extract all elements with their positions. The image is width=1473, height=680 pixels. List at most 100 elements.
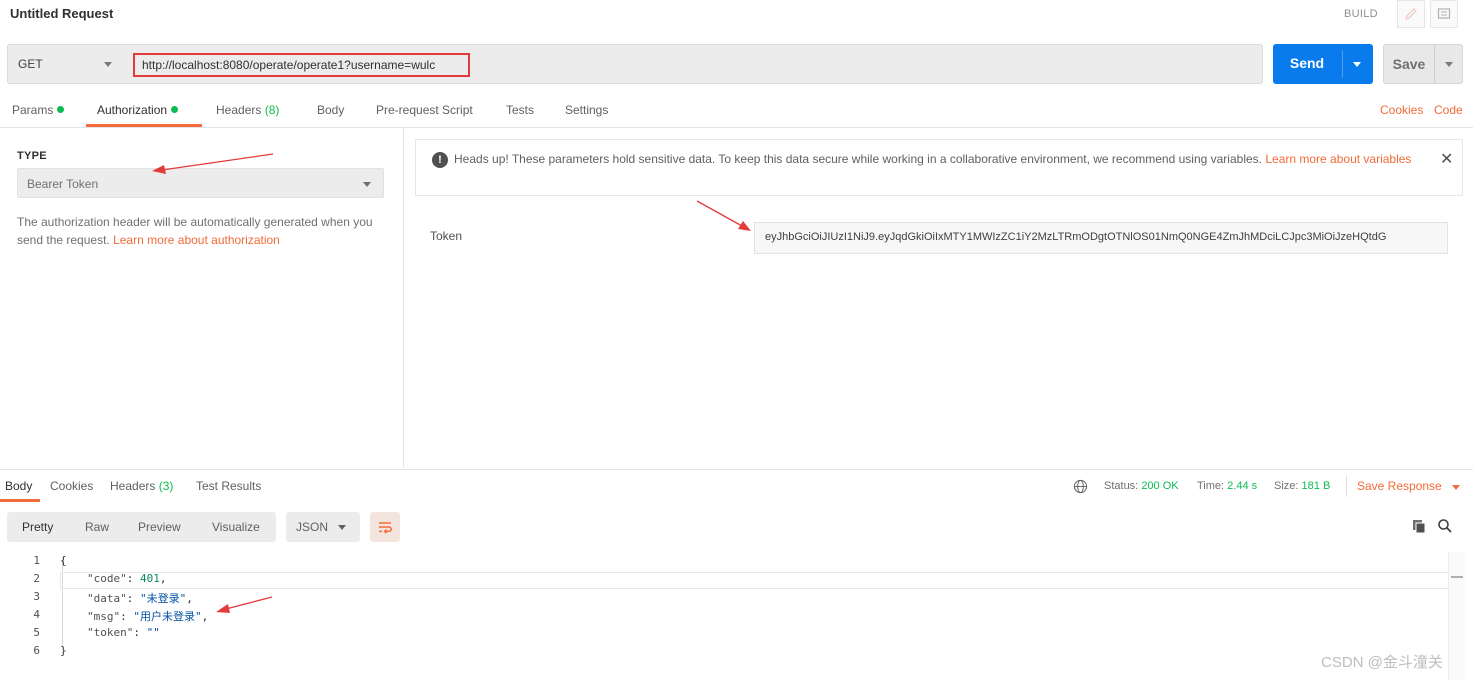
tab-params[interactable]: Params	[12, 103, 65, 117]
view-mode-raw[interactable]: Raw	[85, 520, 109, 534]
auth-type-panel: TYPE Bearer Token The authorization head…	[0, 128, 404, 468]
code-text: "msg": "用户未登录",	[87, 610, 209, 623]
close-icon[interactable]: ✕	[1440, 149, 1453, 169]
code-line: 1{	[0, 554, 1448, 572]
code-text: "data": "未登录",	[87, 592, 193, 605]
response-panel: Body Cookies Headers (3) Test Results St…	[0, 469, 1473, 680]
format-value: JSON	[296, 520, 329, 534]
save-divider	[1434, 45, 1435, 83]
request-tabs: Params Authorization Headers (8) Body Pr…	[0, 96, 1473, 128]
code-link[interactable]: Code	[1434, 103, 1463, 117]
method-select[interactable]: GET	[8, 45, 120, 83]
size-label: Size:	[1274, 480, 1299, 492]
wrap-lines-button[interactable]	[370, 512, 400, 542]
status-indicator: Status: 200 OK	[1104, 480, 1179, 492]
auth-type-value: Bearer Token	[27, 177, 99, 191]
headers-count: (8)	[264, 103, 280, 117]
scrollbar-thumb[interactable]	[1451, 576, 1463, 578]
view-mode-preview[interactable]: Preview	[138, 520, 181, 534]
json-string: "用户未登录"	[133, 610, 202, 623]
learn-more-authorization-link[interactable]: Learn more about authorization	[113, 233, 280, 247]
alert-message: Heads up! These parameters hold sensitiv…	[454, 150, 1424, 168]
code-line: 3 "data": "未登录",	[0, 590, 1448, 608]
method-value: GET	[18, 57, 43, 71]
chevron-down-icon	[104, 62, 112, 67]
globe-icon[interactable]	[1073, 479, 1088, 494]
comment-icon[interactable]	[1430, 0, 1458, 28]
response-tab-headers[interactable]: Headers (3)	[110, 479, 173, 493]
size-value: 181 B	[1301, 480, 1331, 492]
code-line: 6}	[0, 644, 1448, 662]
url-input[interactable]	[133, 53, 470, 77]
code-line: 4 "msg": "用户未登录",	[0, 608, 1448, 626]
code-text: "code": 401,	[87, 572, 167, 585]
json-key: "token"	[87, 626, 134, 639]
chevron-down-icon	[363, 182, 371, 187]
size-indicator: Size: 181 B	[1274, 480, 1330, 492]
tab-pre-request-script[interactable]: Pre-request Script	[376, 103, 473, 117]
tab-headers[interactable]: Headers (8)	[216, 103, 279, 117]
save-label: Save	[1392, 56, 1426, 72]
search-icon[interactable]	[1437, 518, 1453, 534]
status-value: 200 OK	[1141, 480, 1179, 492]
view-mode-visualize[interactable]: Visualize	[212, 520, 260, 534]
token-input[interactable]: eyJhbGciOiJIUzI1NiJ9.eyJqdGkiOiIxMTY1MWI…	[754, 222, 1448, 254]
tab-settings[interactable]: Settings	[565, 103, 608, 117]
send-label: Send	[1289, 55, 1325, 71]
send-button[interactable]: Send	[1273, 44, 1373, 84]
status-label: Status:	[1104, 480, 1139, 492]
json-number: 401	[140, 572, 160, 585]
tab-tests[interactable]: Tests	[506, 103, 534, 117]
line-number: 6	[33, 644, 40, 657]
copy-icon[interactable]	[1411, 518, 1427, 534]
auth-token-panel: ! Heads up! These parameters hold sensit…	[405, 128, 1473, 468]
code-text: {	[60, 554, 67, 567]
tab-authorization[interactable]: Authorization	[97, 103, 179, 117]
wrap-lines-icon	[379, 522, 392, 534]
auth-type-label: TYPE	[17, 150, 47, 162]
view-mode-segment: Pretty Raw Preview Visualize	[7, 512, 276, 542]
send-options-chevron-icon[interactable]	[1353, 62, 1361, 67]
token-label: Token	[430, 229, 463, 243]
alert-icon: !	[432, 152, 448, 168]
send-divider	[1342, 50, 1343, 78]
response-tab-test-results[interactable]: Test Results	[196, 479, 261, 493]
pencil-icon[interactable]	[1397, 0, 1425, 28]
request-title[interactable]: Untitled Request	[10, 6, 113, 21]
sensitive-data-alert: ! Heads up! These parameters hold sensit…	[415, 139, 1463, 196]
response-tab-body[interactable]: Body	[5, 479, 32, 493]
save-response-button[interactable]: Save Response	[1357, 479, 1442, 493]
time-indicator: Time: 2.44 s	[1197, 480, 1257, 492]
tab-body[interactable]: Body	[317, 103, 344, 117]
view-mode-pretty[interactable]: Pretty	[22, 520, 53, 534]
status-divider	[1346, 475, 1347, 497]
json-key: "code"	[87, 572, 127, 585]
code-text: "token": ""	[87, 626, 160, 639]
code-line: 5 "token": ""	[0, 626, 1448, 644]
time-label: Time:	[1197, 480, 1225, 492]
line-number: 2	[33, 572, 40, 585]
learn-more-variables-link[interactable]: Learn more about variables	[1265, 152, 1411, 166]
editor-scrollbar[interactable]	[1448, 552, 1465, 680]
line-number: 3	[33, 590, 40, 603]
auth-type-select[interactable]: Bearer Token	[17, 168, 384, 198]
request-url-bar: GET	[7, 44, 1263, 84]
tab-params-label: Params	[12, 103, 54, 117]
build-mode-label[interactable]: BUILD	[1344, 8, 1378, 20]
line-number: 4	[33, 608, 40, 621]
format-select[interactable]: JSON	[286, 512, 360, 542]
save-button[interactable]: Save	[1383, 44, 1463, 84]
response-headers-count: (3)	[158, 479, 174, 493]
tab-authorization-label: Authorization	[97, 103, 168, 117]
save-response-chevron-icon[interactable]	[1452, 485, 1460, 490]
response-tab-cookies[interactable]: Cookies	[50, 479, 93, 493]
line-number: 5	[33, 626, 40, 639]
response-body-editor[interactable]: 1{ 2 "code": 401, 3 "data": "未登录", 4 "msg":…	[0, 552, 1473, 680]
json-key: "msg"	[87, 610, 121, 623]
save-options-chevron-icon[interactable]	[1445, 62, 1453, 67]
cookies-link[interactable]: Cookies	[1380, 103, 1423, 117]
auth-description: The authorization header will be automat…	[17, 213, 387, 249]
response-tab-headers-label: Headers	[110, 479, 156, 493]
json-key: "data"	[87, 592, 127, 605]
code-text: }	[60, 644, 67, 657]
